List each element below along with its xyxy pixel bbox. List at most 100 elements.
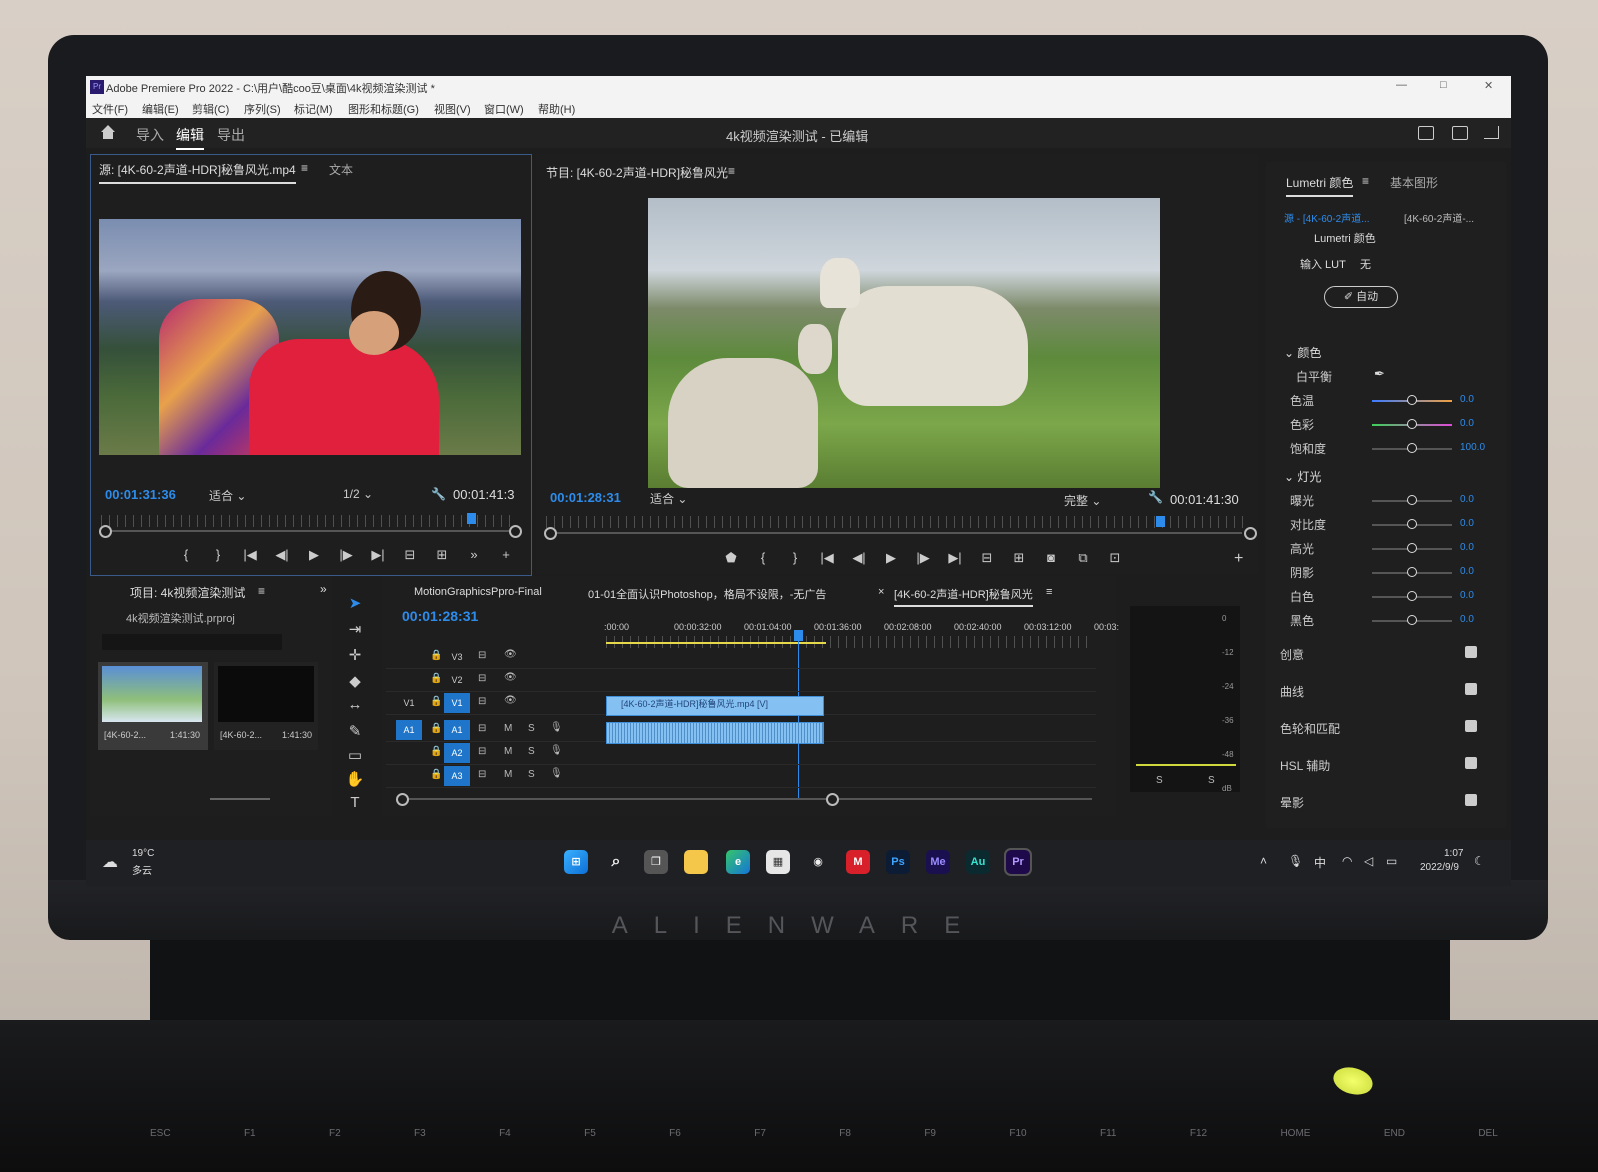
source-resolution-dropdown[interactable]: 1/2 ⌄	[343, 487, 373, 501]
project-item-thumb[interactable]: [4K-60-2... 1:41:30	[98, 662, 208, 750]
overwrite-icon[interactable]: ⊞	[433, 547, 451, 563]
tab-import[interactable]: 导入	[136, 125, 164, 145]
eye-icon[interactable]: 👁	[504, 649, 517, 660]
program-zoom-bar[interactable]	[550, 532, 1242, 534]
add-button-icon[interactable]: +	[497, 547, 515, 563]
file-explorer-icon[interactable]	[684, 850, 708, 874]
sync-lock-icon[interactable]: ⊟	[478, 696, 486, 707]
lumetri-tab[interactable]: Lumetri 颜色	[1286, 174, 1354, 197]
audio-clip[interactable]	[606, 722, 824, 744]
go-to-out-icon[interactable]: ▶|	[369, 547, 387, 563]
menu-sequence[interactable]: 序列(S)	[244, 101, 281, 117]
tab-export[interactable]: 导出	[217, 125, 245, 145]
slider-value[interactable]: 100.0	[1460, 442, 1485, 453]
program-zoom-handle-right[interactable]	[1244, 527, 1257, 540]
sync-lock-icon[interactable]: ⊟	[478, 723, 486, 734]
workspaces-icon[interactable]	[1418, 126, 1434, 140]
mute-button[interactable]: M	[504, 769, 512, 780]
lock-icon[interactable]: 🔒	[430, 723, 442, 734]
lumetri-menu-icon[interactable]: ≡	[1362, 174, 1369, 188]
essential-graphics-tab[interactable]: 基本图形	[1390, 174, 1438, 191]
slider-knob[interactable]	[1407, 419, 1417, 429]
timeline-close-icon[interactable]: ×	[878, 586, 884, 598]
slider-knob[interactable]	[1407, 591, 1417, 601]
menu-clip[interactable]: 剪辑(C)	[192, 101, 229, 117]
source-zoom-bar[interactable]	[105, 530, 509, 532]
minimize-button[interactable]: —	[1396, 79, 1407, 91]
timeline-timecode[interactable]: 00:01:28:31	[402, 608, 478, 624]
meter-solo-right[interactable]: S	[1208, 775, 1215, 786]
slider-knob[interactable]	[1407, 567, 1417, 577]
photoshop-icon[interactable]: Ps	[886, 850, 910, 874]
audition-icon[interactable]: Au	[966, 850, 990, 874]
source-menu-icon[interactable]: ≡	[301, 161, 308, 175]
sync-lock-icon[interactable]: ⊟	[478, 769, 486, 780]
ime-indicator[interactable]: 中	[1314, 854, 1326, 871]
section-enable-checkbox[interactable]	[1465, 646, 1477, 658]
extract-icon[interactable]: ⊞	[1010, 550, 1028, 566]
compare-icon[interactable]: ⧉	[1074, 550, 1092, 566]
slider-value[interactable]: 0.0	[1460, 614, 1474, 625]
timeline-tab[interactable]: MotionGraphicsPpro-Final	[414, 586, 542, 598]
mark-out-icon[interactable]: }	[786, 550, 804, 566]
vr-icon[interactable]: ⊡	[1106, 550, 1124, 566]
program-tab[interactable]: 节目: [4K-60-2声道-HDR]秘鲁风光	[546, 164, 728, 181]
mute-button[interactable]: M	[504, 746, 512, 757]
slider-knob[interactable]	[1407, 443, 1417, 453]
program-wrench-icon[interactable]: 🔧	[1148, 490, 1163, 504]
menu-edit[interactable]: 编辑(E)	[142, 101, 179, 117]
slider-value[interactable]: 0.0	[1460, 418, 1474, 429]
maximize-button[interactable]: □	[1440, 79, 1447, 91]
share-icon[interactable]	[1452, 126, 1468, 140]
source-zoom-handle-left[interactable]	[99, 525, 112, 538]
alienware-command-icon[interactable]: ◉	[806, 850, 830, 874]
eye-icon[interactable]: 👁	[504, 672, 517, 683]
task-view-icon[interactable]: ❐	[644, 850, 668, 874]
program-quality-dropdown[interactable]: 完整 ⌄	[1064, 492, 1101, 509]
step-forward-icon[interactable]: |▶	[337, 547, 355, 563]
track-target[interactable]: V3	[444, 647, 470, 667]
meter-solo-left[interactable]: S	[1156, 775, 1163, 786]
lumetri-section[interactable]: 色轮和匹配	[1280, 720, 1480, 737]
lock-icon[interactable]: 🔒	[430, 650, 442, 661]
mark-out-icon[interactable]: }	[209, 547, 227, 563]
lock-icon[interactable]: 🔒	[430, 696, 442, 707]
mcafee-icon[interactable]: M	[846, 850, 870, 874]
sync-lock-icon[interactable]: ⊟	[478, 673, 486, 684]
go-to-in-icon[interactable]: |◀	[241, 547, 259, 563]
go-to-out-icon[interactable]: ▶|	[946, 550, 964, 566]
source-fit-dropdown[interactable]: 适合 ⌄	[209, 487, 246, 504]
edge-icon[interactable]: e	[726, 850, 750, 874]
weather-icon[interactable]: ☁	[102, 852, 118, 872]
section-enable-checkbox[interactable]	[1465, 683, 1477, 695]
thumbnail-size-slider[interactable]	[210, 798, 270, 800]
track-target[interactable]: A2	[444, 743, 470, 763]
tab-edit[interactable]: 编辑	[176, 125, 204, 150]
mark-in-icon[interactable]: {	[754, 550, 772, 566]
menu-marker[interactable]: 标记(M)	[294, 101, 333, 117]
more-icon[interactable]: »	[465, 547, 483, 563]
step-back-icon[interactable]: ◀|	[850, 550, 868, 566]
mark-in-icon[interactable]: {	[177, 547, 195, 563]
slider-value[interactable]: 0.0	[1460, 542, 1474, 553]
type-tool-icon[interactable]: T	[344, 794, 366, 816]
timeline-zoom-bar[interactable]	[402, 798, 1092, 800]
program-fit-dropdown[interactable]: 适合 ⌄	[650, 490, 687, 507]
section-enable-checkbox[interactable]	[1465, 794, 1477, 806]
source-in-timecode[interactable]: 00:01:31:36	[105, 487, 176, 502]
voiceover-mic-icon[interactable]: 🎙	[550, 722, 563, 733]
tray-chevron-icon[interactable]: ˄	[1260, 854, 1267, 868]
step-back-icon[interactable]: ◀|	[273, 547, 291, 563]
clock-date[interactable]: 2022/9/9	[1420, 862, 1459, 873]
slider-knob[interactable]	[1407, 395, 1417, 405]
step-forward-icon[interactable]: |▶	[914, 550, 932, 566]
battery-icon[interactable]: ▭	[1386, 854, 1397, 868]
ripple-edit-tool-icon[interactable]: ✛	[344, 646, 366, 668]
razor-tool-icon[interactable]: ◆	[344, 672, 366, 694]
menu-graphics[interactable]: 图形和标题(G)	[348, 101, 419, 117]
search-icon[interactable]: ⌕	[604, 850, 628, 874]
lift-icon[interactable]: ⊟	[978, 550, 996, 566]
input-lut-dropdown[interactable]: 无	[1360, 256, 1371, 272]
lumetri-section[interactable]: 曲线	[1280, 683, 1480, 700]
lumetri-section[interactable]: 晕影	[1280, 794, 1480, 811]
